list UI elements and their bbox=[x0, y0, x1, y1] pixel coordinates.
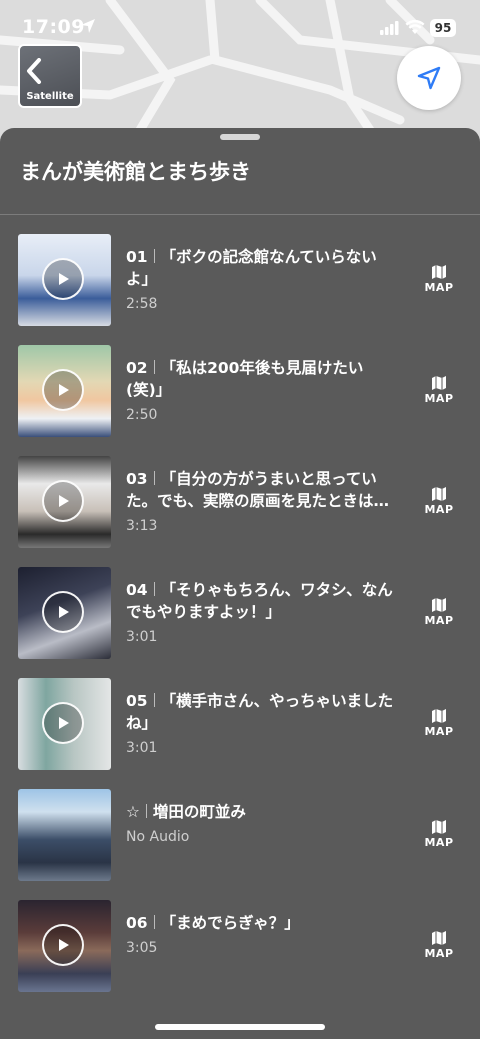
stop-number: 03 bbox=[126, 470, 148, 488]
list-item[interactable]: 01 「ボクの記念館なんていらないよ」 2:58 MAP bbox=[0, 234, 480, 326]
stop-duration: 3:13 bbox=[126, 518, 158, 534]
map-label: MAP bbox=[424, 947, 454, 960]
stop-number: 06 bbox=[126, 914, 148, 932]
show-on-map-button[interactable]: MAP bbox=[424, 819, 454, 855]
map-label: MAP bbox=[424, 281, 454, 294]
stop-thumbnail[interactable] bbox=[18, 900, 111, 992]
stop-thumbnail[interactable] bbox=[18, 456, 111, 548]
stop-title: 06 「まめでらぎゃ？」 bbox=[126, 912, 396, 934]
sheet-grabber[interactable] bbox=[220, 134, 260, 140]
play-button[interactable] bbox=[42, 702, 84, 744]
location-arrow-icon bbox=[417, 66, 441, 90]
play-icon bbox=[59, 273, 69, 285]
sheet-title: まんが美術館とまち歩き bbox=[20, 160, 251, 184]
play-button[interactable] bbox=[42, 258, 84, 300]
stop-name: 「私は200年後も見届けたい(笑)」 bbox=[126, 359, 364, 399]
stop-name: 「まめでらぎゃ？」 bbox=[160, 914, 300, 932]
list-item[interactable]: 05 「横手市さん、やっちゃいましたね」 3:01 MAP bbox=[0, 678, 480, 770]
stop-duration: 2:50 bbox=[126, 407, 158, 423]
show-on-map-button[interactable]: MAP bbox=[424, 486, 454, 522]
home-indicator[interactable] bbox=[155, 1024, 325, 1030]
stop-title: 01 「ボクの記念館なんていらないよ」 bbox=[126, 246, 396, 290]
stop-title: 02 「私は200年後も見届けたい(笑)」 bbox=[126, 357, 396, 401]
map-icon bbox=[432, 820, 446, 834]
list-item[interactable]: 02 「私は200年後も見届けたい(笑)」 2:50 MAP bbox=[0, 345, 480, 437]
play-icon bbox=[59, 606, 69, 618]
stop-title: 04 「そりゃもちろん、ワタシ、なんでもやりますよッ！」 bbox=[126, 579, 396, 623]
stop-number: 05 bbox=[126, 692, 148, 710]
play-icon bbox=[59, 495, 69, 507]
map-label: MAP bbox=[424, 836, 454, 849]
play-button[interactable] bbox=[42, 480, 84, 522]
tour-bottom-sheet[interactable]: まんが美術館とまち歩き 01「ボクの記念館なんていらないよ」 2:58 MAP bbox=[0, 128, 480, 1039]
stop-name: 「横手市さん、やっちゃいましたね」 bbox=[126, 692, 394, 732]
map-icon bbox=[432, 265, 446, 279]
play-icon bbox=[59, 717, 69, 729]
play-icon bbox=[59, 384, 69, 396]
stop-thumbnail[interactable] bbox=[18, 789, 111, 881]
play-icon bbox=[59, 939, 69, 951]
show-on-map-button[interactable]: MAP bbox=[424, 930, 454, 966]
stop-duration: 3:01 bbox=[126, 740, 158, 756]
stop-duration: 3:05 bbox=[126, 940, 158, 956]
map-icon bbox=[432, 931, 446, 945]
show-on-map-button[interactable]: MAP bbox=[424, 708, 454, 744]
stop-name: 「そりゃもちろん、ワタシ、なんでもやりますよッ！」 bbox=[126, 581, 393, 621]
stop-title: 05 「横手市さん、やっちゃいましたね」 bbox=[126, 690, 396, 734]
stop-thumbnail[interactable] bbox=[18, 567, 111, 659]
stop-duration: 2:58 bbox=[126, 296, 158, 312]
stop-number: 02 bbox=[126, 359, 148, 377]
show-on-map-button[interactable]: MAP bbox=[424, 264, 454, 300]
stop-title: 03 「自分の方がうまいと思っていた。でも、実際の原画を見たときは… bbox=[126, 468, 396, 512]
map-icon bbox=[432, 376, 446, 390]
stop-number: 04 bbox=[126, 581, 148, 599]
map-label: MAP bbox=[424, 614, 454, 627]
list-item[interactable]: 04 「そりゃもちろん、ワタシ、なんでもやりますよッ！」 3:01 MAP bbox=[0, 567, 480, 659]
stop-name: 増田の町並み bbox=[152, 803, 246, 821]
battery-indicator: 95 bbox=[430, 19, 456, 37]
stop-audio-status: No Audio bbox=[126, 829, 190, 845]
stop-name: 「自分の方がうまいと思っていた。でも、実際の原画を見たときは… bbox=[126, 470, 390, 510]
current-location-button[interactable] bbox=[397, 46, 461, 110]
map-label: MAP bbox=[424, 725, 454, 738]
satellite-toggle-button[interactable]: Satellite bbox=[18, 44, 82, 108]
stop-thumbnail[interactable] bbox=[18, 678, 111, 770]
map-icon bbox=[432, 487, 446, 501]
stop-title: ☆ 増田の町並み bbox=[126, 801, 396, 823]
stop-number: 01 bbox=[126, 248, 148, 266]
map-label: MAP bbox=[424, 392, 454, 405]
stop-thumbnail[interactable] bbox=[18, 234, 111, 326]
show-on-map-button[interactable]: MAP bbox=[424, 597, 454, 633]
divider bbox=[0, 214, 480, 215]
play-button[interactable] bbox=[42, 924, 84, 966]
map-icon bbox=[432, 598, 446, 612]
stop-name: 「ボクの記念館なんていらないよ」 bbox=[126, 248, 377, 288]
stop-duration: 3:01 bbox=[126, 629, 158, 645]
stop-thumbnail[interactable] bbox=[18, 345, 111, 437]
map-icon bbox=[432, 709, 446, 723]
satellite-label: Satellite bbox=[26, 91, 74, 102]
play-button[interactable] bbox=[42, 591, 84, 633]
status-time: 17:09 bbox=[22, 16, 85, 38]
list-item[interactable]: 06 「まめでらぎゃ？」 3:05 MAP bbox=[0, 900, 480, 992]
cellular-signal-icon bbox=[380, 21, 399, 35]
show-on-map-button[interactable]: MAP bbox=[424, 375, 454, 411]
stop-number: ☆ bbox=[126, 803, 140, 821]
play-button[interactable] bbox=[42, 369, 84, 411]
list-item[interactable]: ☆ 増田の町並み No Audio MAP bbox=[0, 789, 480, 881]
chevron-left-icon bbox=[27, 58, 41, 84]
map-label: MAP bbox=[424, 503, 454, 516]
location-arrow-icon bbox=[81, 19, 95, 33]
list-item[interactable]: 03 「自分の方がうまいと思っていた。でも、実際の原画を見たときは… 3:13 M… bbox=[0, 456, 480, 548]
wifi-icon bbox=[405, 19, 425, 34]
